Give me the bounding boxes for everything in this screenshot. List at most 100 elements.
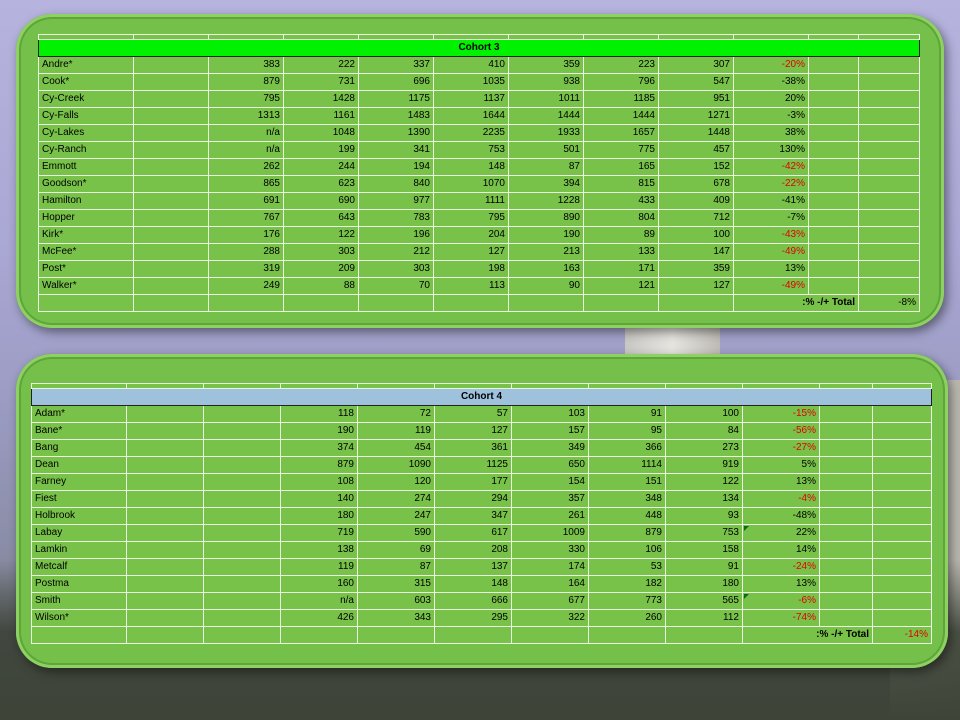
empty-cell[interactable] — [133, 56, 209, 74]
value-cell[interactable]: 341 — [358, 141, 434, 159]
empty-cell[interactable] — [588, 626, 666, 644]
value-cell[interactable]: 151 — [588, 473, 666, 491]
value-cell[interactable]: 122 — [665, 473, 743, 491]
empty-cell[interactable] — [133, 141, 209, 159]
value-cell[interactable]: 190 — [280, 422, 358, 440]
value-cell[interactable]: 198 — [433, 260, 509, 278]
empty-cell[interactable] — [283, 294, 359, 312]
value-cell[interactable]: 163 — [508, 260, 584, 278]
value-cell[interactable]: 244 — [283, 158, 359, 176]
value-cell[interactable]: 112 — [665, 609, 743, 627]
value-cell[interactable]: 547 — [658, 73, 734, 91]
value-cell[interactable]: 1313 — [208, 107, 284, 125]
value-cell[interactable]: 196 — [358, 226, 434, 244]
value-cell[interactable]: 359 — [658, 260, 734, 278]
school-name-cell[interactable]: Kirk* — [38, 226, 134, 244]
value-cell[interactable]: 120 — [357, 473, 435, 491]
empty-cell[interactable] — [665, 626, 743, 644]
value-cell[interactable]: 303 — [283, 243, 359, 261]
empty-cell[interactable] — [133, 294, 209, 312]
empty-cell[interactable] — [126, 609, 204, 627]
empty-cell[interactable] — [819, 439, 873, 457]
value-cell[interactable]: 247 — [357, 507, 435, 525]
percent-change-cell[interactable]: 20% — [733, 90, 809, 108]
empty-cell[interactable] — [126, 456, 204, 474]
value-cell[interactable]: 753 — [665, 524, 743, 542]
value-cell[interactable]: n/a — [280, 592, 358, 610]
empty-cell[interactable] — [872, 422, 932, 440]
percent-change-cell[interactable]: -42% — [733, 158, 809, 176]
value-cell[interactable]: 1125 — [434, 456, 512, 474]
value-cell[interactable]: 1228 — [508, 192, 584, 210]
value-cell[interactable]: 106 — [588, 541, 666, 559]
empty-cell[interactable] — [858, 158, 920, 176]
empty-cell[interactable] — [872, 490, 932, 508]
empty-cell[interactable] — [808, 107, 859, 125]
empty-cell[interactable] — [203, 575, 281, 593]
empty-cell[interactable] — [819, 609, 873, 627]
percent-change-cell[interactable]: -7% — [733, 209, 809, 227]
empty-cell[interactable] — [133, 209, 209, 227]
empty-cell[interactable] — [133, 243, 209, 261]
total-value[interactable]: -8% — [858, 294, 920, 312]
value-cell[interactable]: 366 — [588, 439, 666, 457]
value-cell[interactable]: 731 — [283, 73, 359, 91]
percent-change-cell[interactable]: -49% — [733, 243, 809, 261]
value-cell[interactable]: 119 — [280, 558, 358, 576]
value-cell[interactable]: 815 — [583, 175, 659, 193]
value-cell[interactable]: 147 — [658, 243, 734, 261]
empty-cell[interactable] — [819, 405, 873, 423]
school-name-cell[interactable]: Goodson* — [38, 175, 134, 193]
value-cell[interactable]: 89 — [583, 226, 659, 244]
value-cell[interactable]: 69 — [357, 541, 435, 559]
value-cell[interactable]: 337 — [358, 56, 434, 74]
value-cell[interactable]: 322 — [511, 609, 589, 627]
value-cell[interactable]: 100 — [658, 226, 734, 244]
school-name-cell[interactable]: Cy-Creek — [38, 90, 134, 108]
value-cell[interactable]: 118 — [280, 405, 358, 423]
value-cell[interactable]: 182 — [588, 575, 666, 593]
value-cell[interactable]: 119 — [357, 422, 435, 440]
value-cell[interactable]: 795 — [433, 209, 509, 227]
value-cell[interactable]: 260 — [588, 609, 666, 627]
value-cell[interactable]: 343 — [357, 609, 435, 627]
value-cell[interactable]: 164 — [511, 575, 589, 593]
value-cell[interactable]: 603 — [357, 592, 435, 610]
school-name-cell[interactable]: Metcalf — [31, 558, 127, 576]
percent-change-cell[interactable]: -24% — [742, 558, 820, 576]
school-name-cell[interactable]: Bang — [31, 439, 127, 457]
empty-cell[interactable] — [808, 90, 859, 108]
percent-change-cell[interactable]: 22% — [742, 524, 820, 542]
empty-cell[interactable] — [808, 141, 859, 159]
empty-cell[interactable] — [819, 592, 873, 610]
value-cell[interactable]: 753 — [433, 141, 509, 159]
value-cell[interactable]: 208 — [434, 541, 512, 559]
value-cell[interactable]: 122 — [283, 226, 359, 244]
value-cell[interactable]: 374 — [280, 439, 358, 457]
value-cell[interactable]: 121 — [583, 277, 659, 295]
value-cell[interactable]: 690 — [283, 192, 359, 210]
value-cell[interactable]: 617 — [434, 524, 512, 542]
value-cell[interactable]: 590 — [357, 524, 435, 542]
empty-cell[interactable] — [203, 541, 281, 559]
school-name-cell[interactable]: Lamkin — [31, 541, 127, 559]
empty-cell[interactable] — [858, 175, 920, 193]
percent-change-cell[interactable]: -49% — [733, 277, 809, 295]
empty-cell[interactable] — [203, 592, 281, 610]
value-cell[interactable]: 1009 — [511, 524, 589, 542]
value-cell[interactable]: 1161 — [283, 107, 359, 125]
percent-change-cell[interactable]: 38% — [733, 124, 809, 142]
empty-cell[interactable] — [203, 473, 281, 491]
value-cell[interactable]: 795 — [208, 90, 284, 108]
value-cell[interactable]: 57 — [434, 405, 512, 423]
value-cell[interactable]: 1271 — [658, 107, 734, 125]
empty-cell[interactable] — [858, 192, 920, 210]
value-cell[interactable]: 70 — [358, 277, 434, 295]
value-cell[interactable]: 134 — [665, 490, 743, 508]
school-name-cell[interactable]: McFee* — [38, 243, 134, 261]
value-cell[interactable]: 158 — [665, 541, 743, 559]
value-cell[interactable]: 152 — [658, 158, 734, 176]
empty-cell[interactable] — [858, 56, 920, 74]
percent-change-cell[interactable]: -4% — [742, 490, 820, 508]
cohort-title[interactable]: Cohort 4 — [31, 388, 932, 406]
